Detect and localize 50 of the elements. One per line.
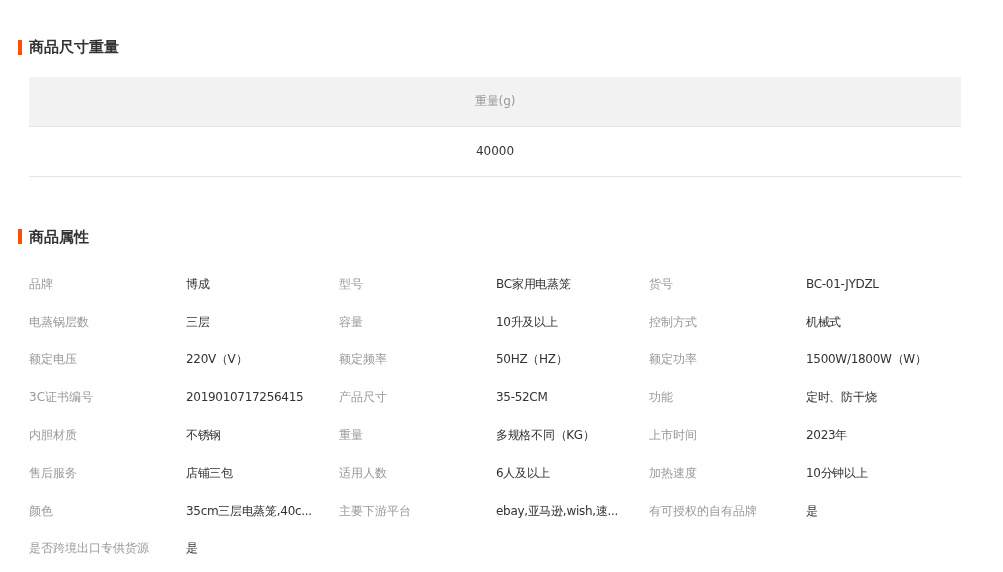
- attribute-name: 上市时间: [649, 427, 697, 445]
- heading-marker: [18, 229, 22, 245]
- attribute-name: 有可授权的自有品牌: [649, 502, 757, 520]
- attribute-value: 多规格不同（KG）: [496, 427, 595, 445]
- attribute-value: ebay,亚马逊,wish,速...: [496, 502, 618, 520]
- attribute-value: 博成: [186, 275, 210, 293]
- attribute-name: 3C证书编号: [29, 389, 93, 407]
- attribute-value: 50HZ（HZ）: [496, 351, 568, 369]
- attribute-value: 机械式: [806, 313, 842, 331]
- attribute-name: 额定电压: [29, 351, 77, 369]
- attribute-name: 额定功率: [649, 351, 697, 369]
- table-cell-text: 40000: [475, 143, 515, 160]
- attribute-name: 加热速度: [649, 464, 697, 482]
- section-title: 商品属性: [29, 226, 89, 248]
- attribute-value: 是: [186, 540, 198, 558]
- attribute-name: 重量: [339, 427, 363, 445]
- attribute-name: 主要下游平台: [339, 502, 411, 520]
- attribute-value: 35-52CM: [496, 389, 548, 407]
- attribute-name: 货号: [649, 275, 673, 293]
- attribute-name: 容量: [339, 313, 363, 331]
- column-header: 重量(g): [474, 93, 516, 110]
- attribute-value: 220V（V）: [186, 351, 248, 369]
- attribute-value: 三层: [186, 313, 210, 331]
- attribute-value: 10升及以上: [496, 313, 558, 331]
- heading-marker: [18, 39, 22, 55]
- attribute-name: 适用人数: [339, 464, 387, 482]
- attribute-value: 10分钟以上: [806, 464, 868, 482]
- attribute-name: 额定频率: [339, 351, 387, 369]
- attribute-value: 2019010717256415: [186, 389, 304, 407]
- attribute-name: 功能: [649, 389, 673, 407]
- attribute-name: 产品尺寸: [339, 389, 387, 407]
- attribute-value: 定时、防干烧: [806, 389, 877, 407]
- section-title: 商品尺寸重量: [29, 37, 119, 58]
- attribute-value: 是: [806, 502, 818, 520]
- attribute-value: 1500W/1800W（W）: [806, 351, 927, 369]
- attribute-value: BC-01-JYDZL: [806, 275, 879, 293]
- attribute-name: 售后服务: [29, 464, 77, 482]
- attribute-value: 6人及以上: [496, 464, 551, 482]
- attribute-name: 是否跨境出口专供货源: [29, 540, 149, 558]
- attribute-value: 35cm三层电蒸笼,40c...: [186, 502, 312, 520]
- attribute-name: 型号: [339, 275, 363, 293]
- attribute-name: 内胆材质: [29, 427, 77, 445]
- attribute-name: 颜色: [29, 502, 53, 520]
- attribute-value: 不锈钢: [186, 427, 222, 445]
- attribute-name: 品牌: [29, 275, 53, 293]
- attribute-value: 2023年: [806, 427, 848, 445]
- attribute-value: 店铺三包: [186, 464, 233, 482]
- attribute-name: 控制方式: [649, 313, 697, 331]
- attribute-value: BC家用电蒸笼: [496, 275, 571, 293]
- attribute-name: 电蒸锅层数: [29, 313, 89, 331]
